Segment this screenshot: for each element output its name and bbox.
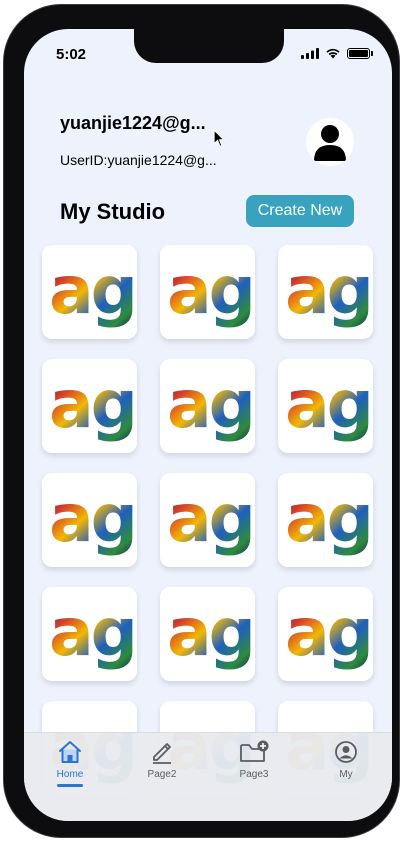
studio-item-tile[interactable]: ag — [160, 359, 255, 453]
avatar[interactable] — [306, 118, 354, 166]
svg-text:ag: ag — [285, 594, 371, 671]
tab-bar: Home Page2 Page3 My — [24, 732, 392, 821]
svg-text:ag: ag — [49, 480, 135, 557]
tab-home[interactable]: Home — [24, 733, 116, 793]
pencil-icon — [153, 743, 171, 764]
status-icons — [301, 47, 373, 59]
create-new-button[interactable]: Create New — [246, 195, 354, 227]
profile-user-id: UserID:yuanjie1224@g... — [60, 152, 217, 168]
tab-home-label: Home — [56, 769, 84, 780]
status-time: 5:02 — [56, 46, 87, 63]
artwork-thumbnail: ag — [285, 594, 373, 671]
page-title: My Studio — [60, 199, 166, 224]
studio-item-tile[interactable]: ag — [278, 245, 373, 339]
signal-icon — [301, 47, 319, 59]
svg-text:ag: ag — [49, 252, 135, 329]
user-silhouette-icon — [314, 125, 346, 161]
tab-my[interactable]: My — [300, 733, 392, 793]
studio-item-tile[interactable]: ag — [160, 587, 255, 681]
artwork-thumbnail: ag — [167, 594, 255, 671]
studio-item-tile[interactable]: ag — [160, 473, 255, 567]
artwork-thumbnail: ag — [167, 252, 255, 329]
studio-item-tile[interactable]: ag — [278, 473, 373, 567]
studio-item-tile[interactable]: ag — [278, 359, 373, 453]
tab-page3-label: Page3 — [239, 769, 269, 780]
studio-item-tile[interactable]: ag — [42, 245, 137, 339]
svg-text:ag: ag — [285, 366, 371, 443]
device-notch — [134, 29, 284, 63]
tab-my-label: My — [339, 769, 353, 780]
artwork-thumbnail: ag — [49, 594, 137, 671]
tab-page2-label: Page2 — [147, 769, 177, 780]
tab-page3[interactable]: Page3 — [208, 733, 300, 793]
app-screen: 5:02 yuanjie1224@g... UserID:yuanjie1224… — [24, 29, 392, 821]
home-icon — [59, 741, 81, 763]
artwork-thumbnail: ag — [49, 480, 137, 557]
studio-item-tile[interactable]: ag — [160, 245, 255, 339]
artwork-thumbnail: ag — [285, 252, 373, 329]
battery-icon — [347, 47, 373, 59]
svg-text:ag: ag — [167, 366, 253, 443]
svg-text:ag: ag — [49, 366, 135, 443]
studio-item-tile[interactable]: ag — [42, 359, 137, 453]
folder-add-icon — [240, 740, 269, 762]
svg-text:ag: ag — [167, 594, 253, 671]
svg-text:ag: ag — [167, 252, 253, 329]
mouse-cursor-icon — [213, 129, 225, 148]
studio-item-tile[interactable]: ag — [278, 587, 373, 681]
artwork-thumbnail: ag — [49, 252, 137, 329]
device-frame: 5:02 yuanjie1224@g... UserID:yuanjie1224… — [3, 4, 400, 838]
studio-gallery: agagagagagagagagagagagagagagag — [24, 243, 392, 795]
svg-text:ag: ag — [285, 480, 371, 557]
artwork-thumbnail: ag — [285, 366, 373, 443]
svg-text:ag: ag — [49, 594, 135, 671]
profile-username: yuanjie1224@g... — [60, 113, 206, 133]
artwork-thumbnail: ag — [167, 480, 255, 557]
tab-page2[interactable]: Page2 — [116, 733, 208, 793]
active-tab-indicator — [57, 784, 83, 787]
wifi-icon — [326, 48, 340, 59]
artwork-thumbnail: ag — [285, 480, 373, 557]
artwork-thumbnail: ag — [49, 366, 137, 443]
user-circle-icon — [335, 741, 357, 763]
svg-text:ag: ag — [285, 252, 371, 329]
svg-text:ag: ag — [167, 480, 253, 557]
studio-item-tile[interactable]: ag — [42, 587, 137, 681]
artwork-thumbnail: ag — [167, 366, 255, 443]
studio-item-tile[interactable]: ag — [42, 473, 137, 567]
